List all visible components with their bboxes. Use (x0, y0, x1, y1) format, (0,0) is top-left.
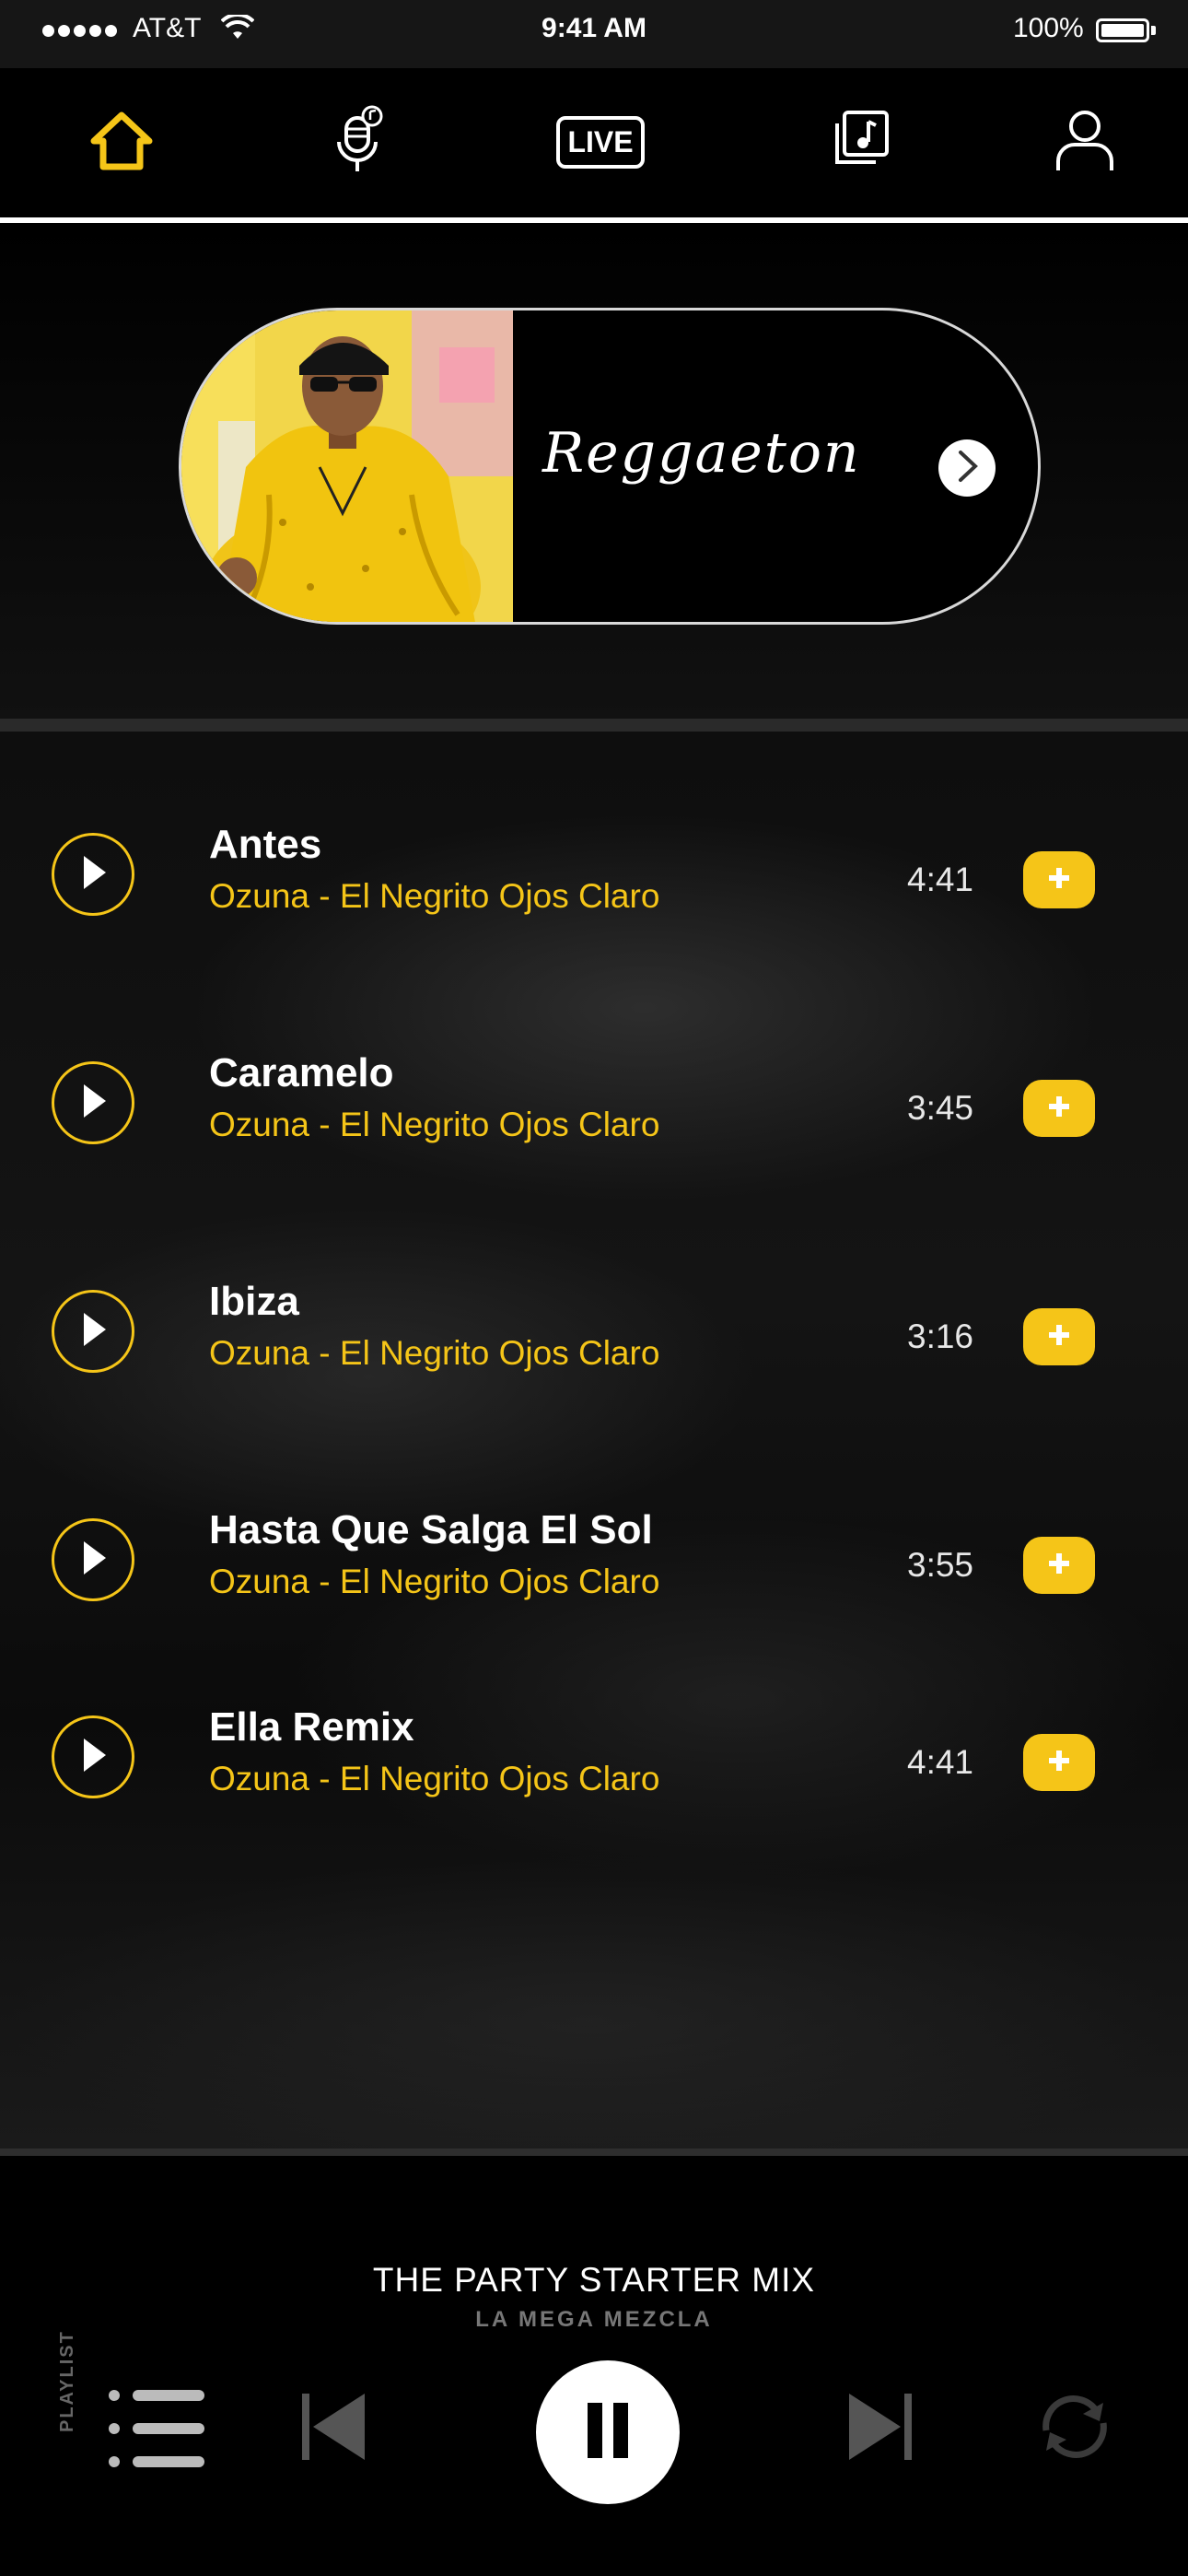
play-icon (75, 1081, 111, 1126)
chevron-right-icon (953, 449, 981, 488)
next-button[interactable] (844, 2390, 917, 2467)
repeat-button[interactable] (1033, 2390, 1116, 2467)
add-track-button[interactable] (1023, 1537, 1095, 1594)
user-icon (1054, 108, 1115, 177)
artist-photo (181, 310, 513, 622)
track-play-button[interactable] (52, 1715, 134, 1798)
previous-button[interactable] (297, 2390, 370, 2467)
track-row: Ibiza Ozuna - El Negrito Ojos Claro 3:16 (0, 1279, 1188, 1437)
track-duration: 3:45 (907, 1089, 974, 1127)
track-title: Ella Remix (209, 1704, 414, 1750)
plus-icon (1045, 1093, 1073, 1125)
track-row: Antes Ozuna - El Negrito Ojos Claro 4:41 (0, 822, 1188, 980)
nav-library[interactable] (805, 87, 915, 197)
track-duration: 3:55 (907, 1546, 974, 1584)
pause-icon (584, 2401, 632, 2465)
nav-profile[interactable] (1030, 87, 1140, 197)
track-play-button[interactable] (52, 1518, 134, 1601)
nav-podcast[interactable] (304, 87, 414, 197)
track-title: Hasta Que Salga El Sol (209, 1507, 653, 1552)
track-row: Caramelo Ozuna - El Negrito Ojos Claro 3… (0, 1050, 1188, 1209)
skip-next-icon (845, 2390, 915, 2468)
battery-tip (1151, 26, 1156, 35)
add-track-button[interactable] (1023, 1734, 1095, 1791)
genre-banner-card[interactable]: Reggaeton (179, 308, 1041, 625)
plus-icon (1045, 1550, 1073, 1582)
track-title: Antes (209, 822, 322, 867)
plus-icon (1045, 1321, 1073, 1353)
home-icon (88, 110, 155, 175)
plus-icon (1045, 864, 1073, 896)
banner-title: Reggaeton (542, 421, 861, 486)
track-duration: 3:16 (907, 1317, 974, 1355)
section-divider (0, 719, 1188, 732)
microphone-icon (330, 105, 389, 180)
now-playing-subtitle: LA MEGA MEZCLA (475, 2307, 713, 2332)
pause-button[interactable] (536, 2360, 680, 2504)
track-row: Hasta Que Salga El Sol Ozuna - El Negrit… (0, 1507, 1188, 1666)
track-duration: 4:41 (907, 1743, 974, 1781)
battery-icon (1096, 18, 1149, 42)
list-icon (107, 2384, 208, 2477)
live-icon: LIVE (556, 115, 645, 169)
repeat-icon (1035, 2390, 1114, 2468)
banner-arrow-button[interactable] (938, 439, 996, 497)
track-duration: 4:41 (907, 861, 974, 898)
battery-percent: 100% (1013, 13, 1084, 43)
play-icon (75, 1538, 111, 1583)
track-title: Ibiza (209, 1279, 299, 1324)
now-playing-title: THE PARTY STARTER MIX (372, 2261, 816, 2299)
music-library-icon (830, 110, 891, 174)
track-artist: Ozuna - El Negrito Ojos Claro (209, 877, 660, 915)
track-artist: Ozuna - El Negrito Ojos Claro (209, 1334, 660, 1372)
playlist-label: PLAYLIST (57, 2330, 77, 2432)
status-bar: AT&T 9:41 AM 100% (0, 0, 1188, 68)
plus-icon (1045, 1747, 1073, 1779)
track-artist: Ozuna - El Negrito Ojos Claro (209, 1563, 660, 1600)
track-play-button[interactable] (52, 833, 134, 916)
add-track-button[interactable] (1023, 1080, 1095, 1137)
play-icon (75, 1309, 111, 1354)
play-icon (75, 1735, 111, 1780)
add-track-button[interactable] (1023, 851, 1095, 908)
add-track-button[interactable] (1023, 1308, 1095, 1365)
track-row: Ella Remix Ozuna - El Negrito Ojos Claro… (0, 1704, 1188, 1863)
nav-live[interactable]: LIVE (545, 87, 656, 197)
player-divider (0, 2149, 1188, 2156)
playlist-button[interactable] (103, 2386, 212, 2475)
status-time: 9:41 AM (542, 13, 646, 43)
track-play-button[interactable] (52, 1290, 134, 1373)
track-list: Antes Ozuna - El Negrito Ojos Claro 4:41… (0, 732, 1188, 2149)
skip-previous-icon (298, 2390, 368, 2468)
nav-home[interactable] (66, 87, 177, 197)
track-title: Caramelo (209, 1050, 394, 1095)
track-play-button[interactable] (52, 1061, 134, 1144)
track-artist: Ozuna - El Negrito Ojos Claro (209, 1760, 660, 1797)
play-icon (75, 852, 111, 897)
track-artist: Ozuna - El Negrito Ojos Claro (209, 1106, 660, 1143)
